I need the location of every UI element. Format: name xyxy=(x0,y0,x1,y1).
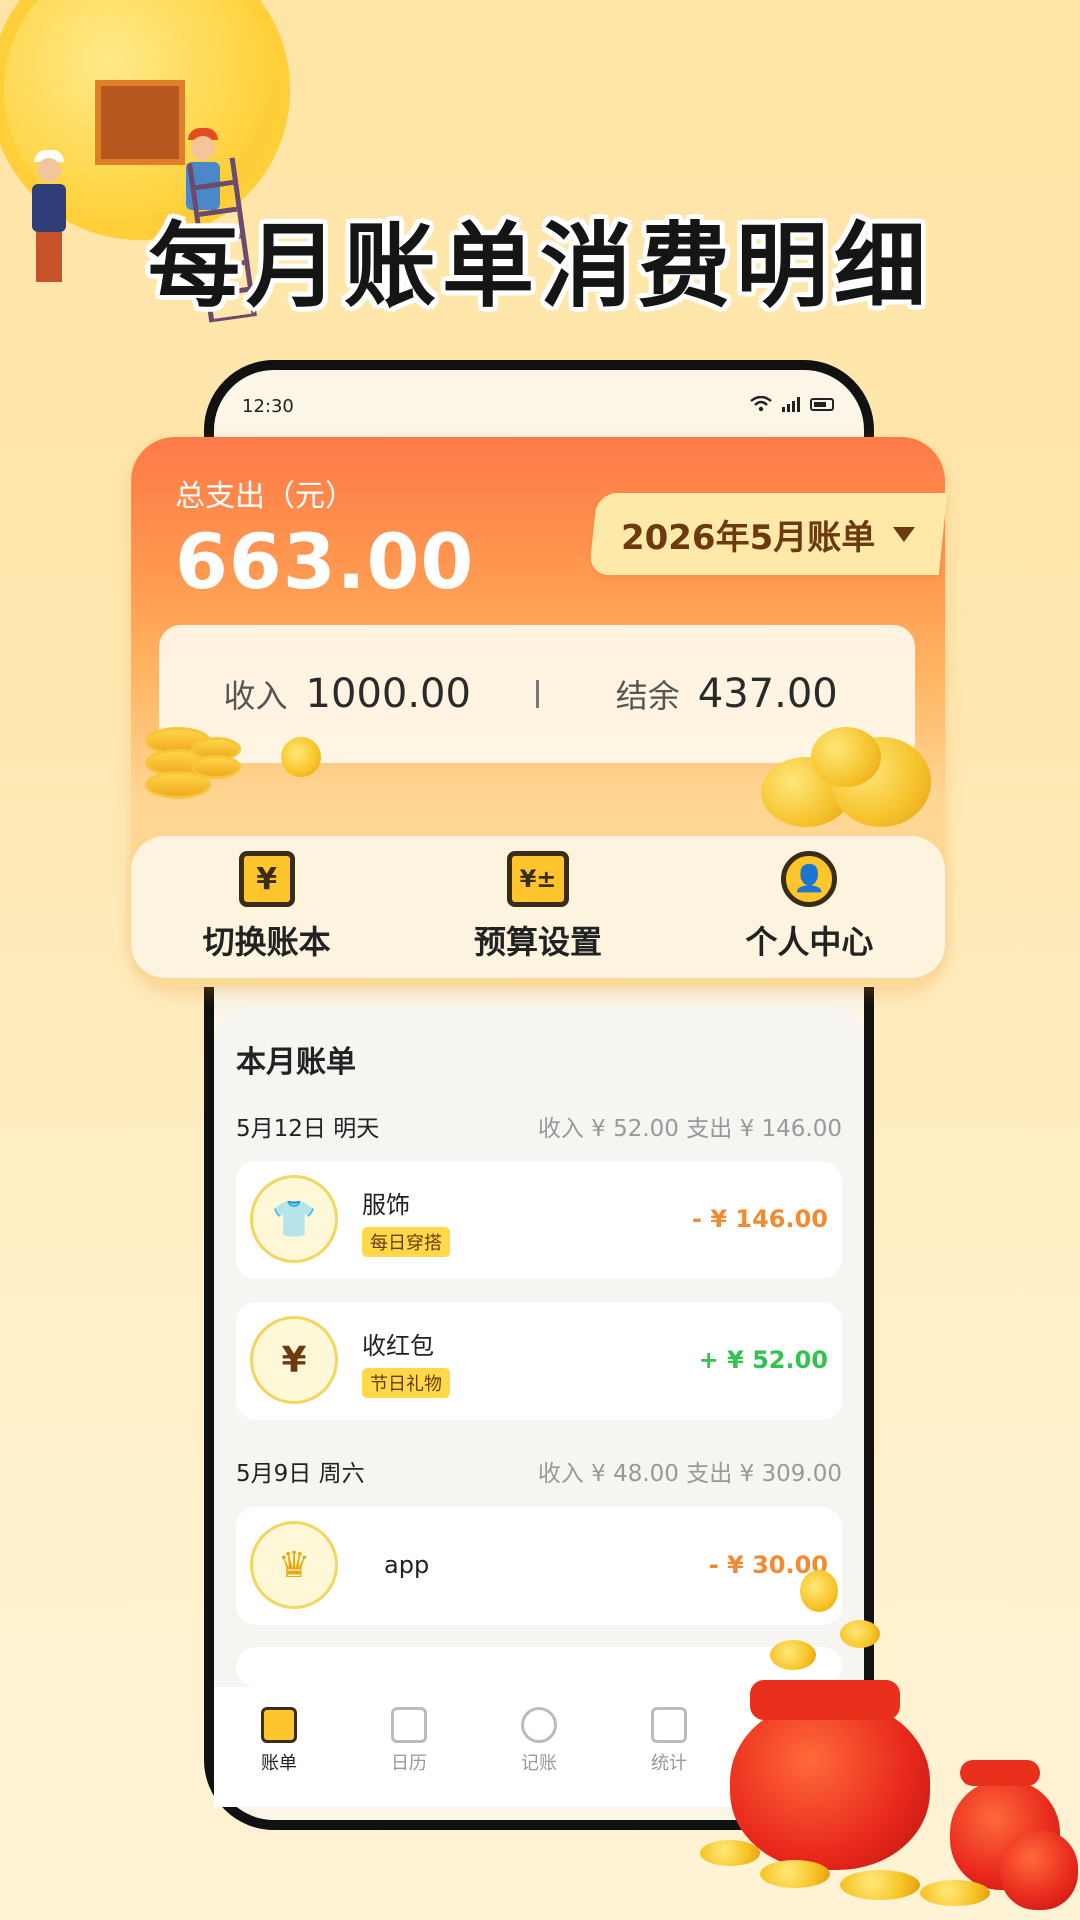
budget-settings-button[interactable]: ¥± 预算设置 xyxy=(402,851,673,963)
battery-icon xyxy=(810,397,834,411)
money-bag-decoration xyxy=(1000,1830,1078,1910)
day-date: 5月12日 明天 xyxy=(236,1116,380,1142)
month-selector-label: 2026年5月账单 xyxy=(620,517,876,558)
chart-bars-icon xyxy=(651,1707,687,1743)
nav-item-stats[interactable]: 统计 xyxy=(604,1707,734,1775)
bill-title: 本月账单 xyxy=(236,1045,356,1080)
day-summary: 收入 ¥ 48.00 支出 ¥ 309.00 xyxy=(537,1461,842,1487)
day-header: 5月9日 周六 收入 ¥ 48.00 支出 ¥ 309.00 xyxy=(236,1454,842,1488)
budget-settings-label: 预算设置 xyxy=(473,923,602,961)
caret-down-icon xyxy=(893,526,916,542)
money-bag-neck-decoration xyxy=(750,1680,900,1720)
wifi-icon xyxy=(750,396,772,412)
day-header: 5月12日 明天 收入 ¥ 52.00 支出 ¥ 146.00 xyxy=(236,1109,842,1143)
entry-name: 收红包 xyxy=(362,1332,434,1360)
balance-value: 437.00 xyxy=(697,671,838,717)
yuan-exchange-icon: ¥ xyxy=(250,1316,338,1404)
nav-label: 统计 xyxy=(651,1753,687,1774)
bill-entry[interactable]: ♛ app - ¥ 30.00 xyxy=(236,1507,842,1625)
yuan-ledger-icon: ¥ xyxy=(238,851,295,907)
nav-label: 账单 xyxy=(261,1753,297,1774)
signal-icon xyxy=(782,396,800,412)
gold-coin-decoration xyxy=(281,737,321,777)
personal-center-button[interactable]: 👤 个人中心 xyxy=(674,851,945,963)
income-value: 1000.00 xyxy=(305,671,471,717)
gold-coin-decoration xyxy=(800,1570,838,1612)
total-expense-value: 663.00 xyxy=(175,517,475,606)
entry-amount: + ¥ 52.00 xyxy=(698,1346,828,1374)
gold-coin-decoration xyxy=(840,1870,920,1900)
budget-calculator-icon: ¥± xyxy=(506,851,569,907)
coin-stack-decoration xyxy=(191,755,241,779)
entry-amount: - ¥ 146.00 xyxy=(692,1205,828,1233)
user-profile-icon: 👤 xyxy=(781,851,838,907)
entry-name: app xyxy=(384,1551,430,1579)
month-selector-button[interactable]: 2026年5月账单 xyxy=(588,493,948,575)
nav-label: 记账 xyxy=(521,1753,557,1774)
income-label: 收入 xyxy=(223,677,288,715)
nav-label: 日历 xyxy=(391,1753,427,1774)
crown-icon: ♛ xyxy=(250,1521,338,1609)
nav-item-record[interactable]: 记账 xyxy=(474,1707,604,1775)
balance-label: 结余 xyxy=(615,677,680,715)
entry-tag: 节日礼物 xyxy=(362,1368,450,1398)
calendar-icon xyxy=(391,1707,427,1743)
personal-center-label: 个人中心 xyxy=(745,923,874,961)
bill-entry[interactable]: 👕 服饰 每日穿搭 - ¥ 146.00 xyxy=(236,1161,842,1279)
day-date: 5月9日 周六 xyxy=(236,1461,365,1487)
quick-actions: ¥ 切换账本 ¥± 预算设置 👤 个人中心 xyxy=(131,836,945,978)
headline: 每月账单消费明细 xyxy=(147,213,932,320)
window-decoration xyxy=(95,80,185,165)
record-yuan-icon xyxy=(521,1707,557,1743)
nav-item-bill[interactable]: 账单 xyxy=(214,1707,344,1775)
monthly-bill-panel: 本月账单 5月12日 明天 收入 ¥ 52.00 支出 ¥ 146.00 👕 服… xyxy=(214,1007,864,1687)
gold-coin-decoration xyxy=(760,1860,830,1888)
gold-coin-decoration xyxy=(840,1620,880,1648)
gold-coin-decoration xyxy=(920,1880,990,1906)
total-expense-label: 总支出（元） xyxy=(175,479,355,514)
tshirt-icon: 👕 xyxy=(250,1175,338,1263)
day-summary: 收入 ¥ 52.00 支出 ¥ 146.00 xyxy=(537,1116,842,1142)
money-bag-neck-decoration xyxy=(960,1760,1040,1786)
entry-name: 服饰 xyxy=(362,1191,410,1219)
switch-ledger-button[interactable]: ¥ 切换账本 xyxy=(131,851,402,963)
nav-item-calendar[interactable]: 日历 xyxy=(344,1707,474,1775)
switch-ledger-label: 切换账本 xyxy=(202,923,331,961)
gold-coin-decoration xyxy=(700,1840,760,1866)
gold-coin-decoration xyxy=(770,1640,816,1670)
status-time: 12:30 xyxy=(242,396,294,417)
bill-entry[interactable]: ¥ 收红包 节日礼物 + ¥ 52.00 xyxy=(236,1302,842,1420)
bill-entry[interactable] xyxy=(236,1647,842,1687)
income-balance-panel: 收入 1000.00 结余 437.00 xyxy=(159,625,915,763)
bill-scroll-icon xyxy=(261,1707,297,1743)
gold-nugget-decoration xyxy=(811,727,881,787)
money-bag-decoration xyxy=(730,1700,930,1870)
entry-tag: 每日穿搭 xyxy=(362,1227,450,1257)
